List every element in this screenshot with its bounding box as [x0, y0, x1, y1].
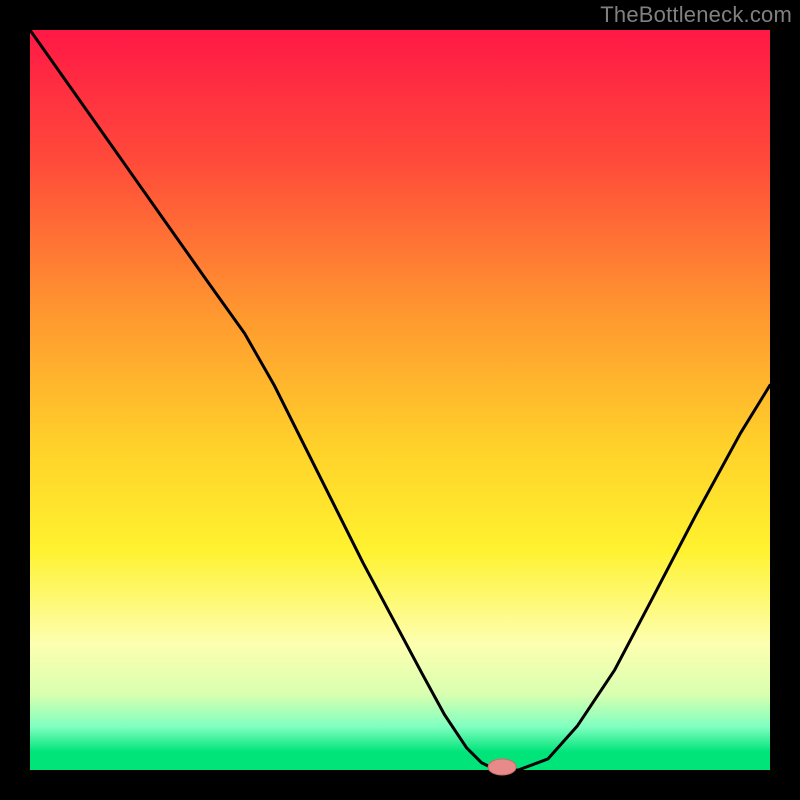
- chart-container: TheBottleneck.com: [0, 0, 800, 800]
- bottleneck-chart: [0, 0, 800, 800]
- watermark-text: TheBottleneck.com: [600, 2, 792, 28]
- heat-gradient: [30, 30, 770, 752]
- green-floor-band: [30, 752, 770, 770]
- optimal-point-marker: [488, 759, 516, 775]
